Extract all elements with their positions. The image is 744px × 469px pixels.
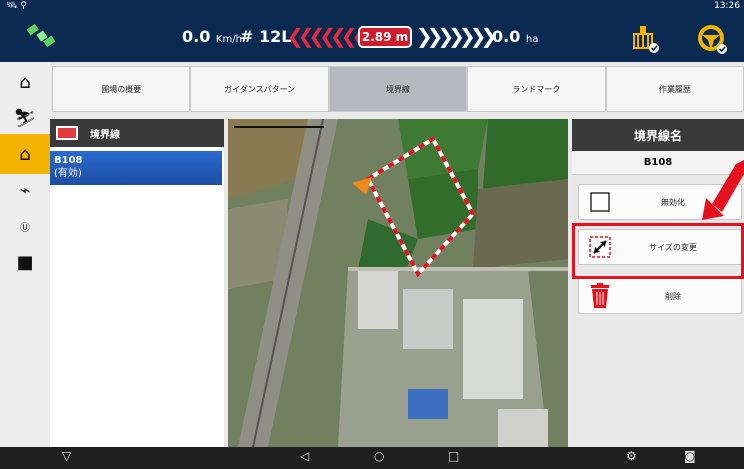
tab-boundary[interactable]: 境界線 (328, 66, 468, 112)
delete-button[interactable]: 削除 (578, 278, 742, 314)
main-sidebar: ⌂ ⛷ ⌂ ⌁ Ⓤ ■ (0, 62, 50, 447)
recents-icon[interactable]: □ (448, 449, 459, 463)
tab-guidance-pattern[interactable]: ガイダンスパターン (190, 66, 329, 112)
camera-icon[interactable]: ■ (0, 242, 50, 282)
speed-readout: 0.0 Km/h (182, 27, 242, 46)
autosteer-icon[interactable] (694, 22, 730, 56)
area-value: 0.0 (492, 27, 521, 46)
tab-field-overview[interactable]: 圃場の概要 (52, 66, 191, 112)
trash-icon (587, 283, 613, 309)
tab-landmark[interactable]: ランドマーク (467, 66, 606, 112)
list-item[interactable]: B108 (有効) (50, 151, 222, 185)
boundary-list-panel: 境界線 B108 (有効) (50, 119, 224, 447)
boundary-list-header: 境界線 (50, 119, 224, 147)
settings-gear-icon[interactable]: ⚙ (626, 449, 637, 463)
status-time: 13:26 (714, 1, 740, 11)
boundary-name-header: 境界線名 (572, 119, 744, 151)
tab-work-history[interactable]: 作業履歴 (605, 66, 744, 112)
brand-icon[interactable]: ▽ (62, 449, 71, 463)
back-icon[interactable]: ◁ (300, 449, 309, 463)
implement-icon[interactable] (628, 22, 660, 54)
boundary-item-status: (有効) (54, 168, 82, 179)
status-bar: 🛰 ⚲ 13:26 (0, 0, 744, 14)
speed-value: 0.0 (182, 27, 211, 46)
boundary-item-name: B108 (54, 155, 83, 166)
ut-icon[interactable]: Ⓤ (0, 206, 50, 246)
signal-icon[interactable]: ⌁ (0, 170, 50, 210)
home-icon[interactable]: ⌂ (0, 62, 50, 102)
area-unit: ha (525, 34, 539, 45)
boundary-list-title: 境界線 (90, 129, 120, 141)
steer-right-indicator: ❯❯❯❯❯❯❯ (416, 24, 497, 48)
status-icons: 🛰 ⚲ (6, 1, 27, 11)
delete-button-label: 削除 (665, 291, 681, 301)
field-tabs: 圃場の概要 ガイダンスパターン 境界線 ランドマーク 作業履歴 (52, 66, 744, 112)
boundary-color-swatch (56, 126, 78, 140)
home-nav-icon[interactable]: ○ (374, 449, 384, 463)
top-bar: 🛰 ⚲ 13:26 0.0 Km/h # 12L ❮❮❮❮❮❮❮ 2.89 m … (0, 0, 744, 62)
map-imagery (228, 119, 568, 447)
field-icon[interactable]: ⌂ (0, 134, 50, 174)
lane-number: # 12L (240, 27, 292, 46)
speed-unit: Km/h (215, 34, 242, 45)
guidance-icon[interactable]: ⛷ (0, 98, 50, 138)
offset-badge: 2.89 m (358, 26, 412, 48)
checkbox-icon (587, 189, 613, 215)
system-nav-bar: ▽ ◁ ○ □ ⚙ ◙ (0, 447, 744, 469)
satellite-icon[interactable] (24, 22, 60, 52)
screen: 🛰 ⚲ 13:26 0.0 Km/h # 12L ❮❮❮❮❮❮❮ 2.89 m … (0, 0, 744, 469)
pointer-arrow-icon (702, 160, 744, 220)
steer-left-indicator: ❮❮❮❮❮❮❮ (287, 24, 368, 48)
area-readout: 0.0 ha (492, 27, 538, 46)
resize-highlight-frame (572, 223, 744, 279)
satellite-map[interactable] (228, 119, 568, 447)
screenshot-icon[interactable]: ◙ (684, 449, 696, 463)
